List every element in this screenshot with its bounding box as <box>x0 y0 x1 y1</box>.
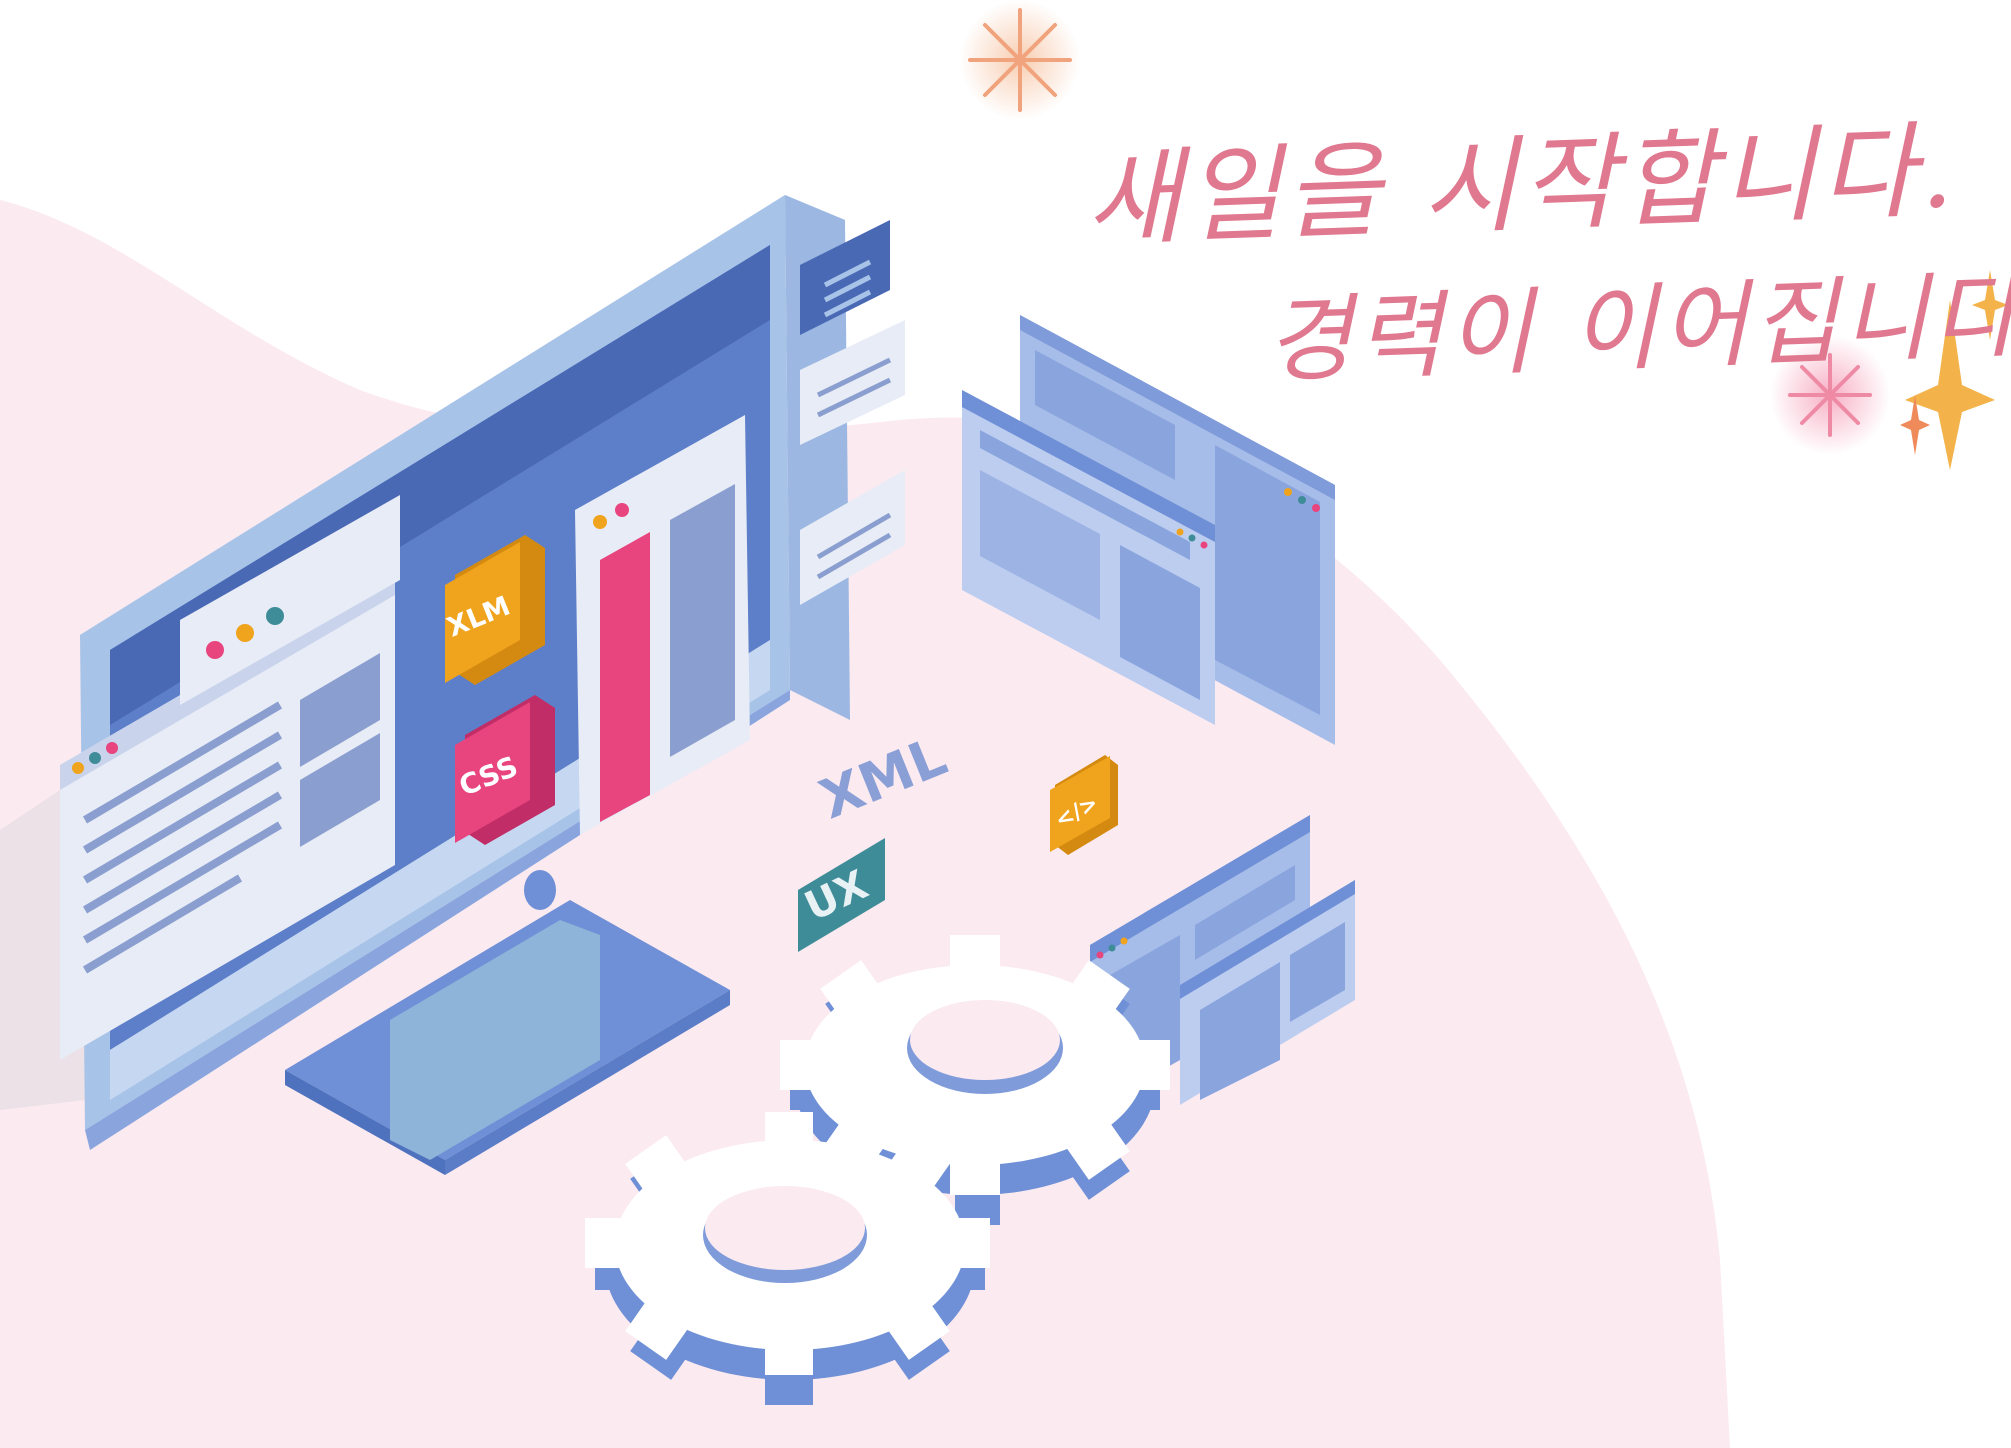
sparkle-icon <box>960 0 1080 120</box>
headline-line-2: 경력이 이어집니다. <box>1263 260 2011 397</box>
gear-icon <box>585 1112 990 1405</box>
headline-line-1: 새일을 시작합니다. <box>1083 108 1959 262</box>
side-panel-icon <box>800 220 905 605</box>
